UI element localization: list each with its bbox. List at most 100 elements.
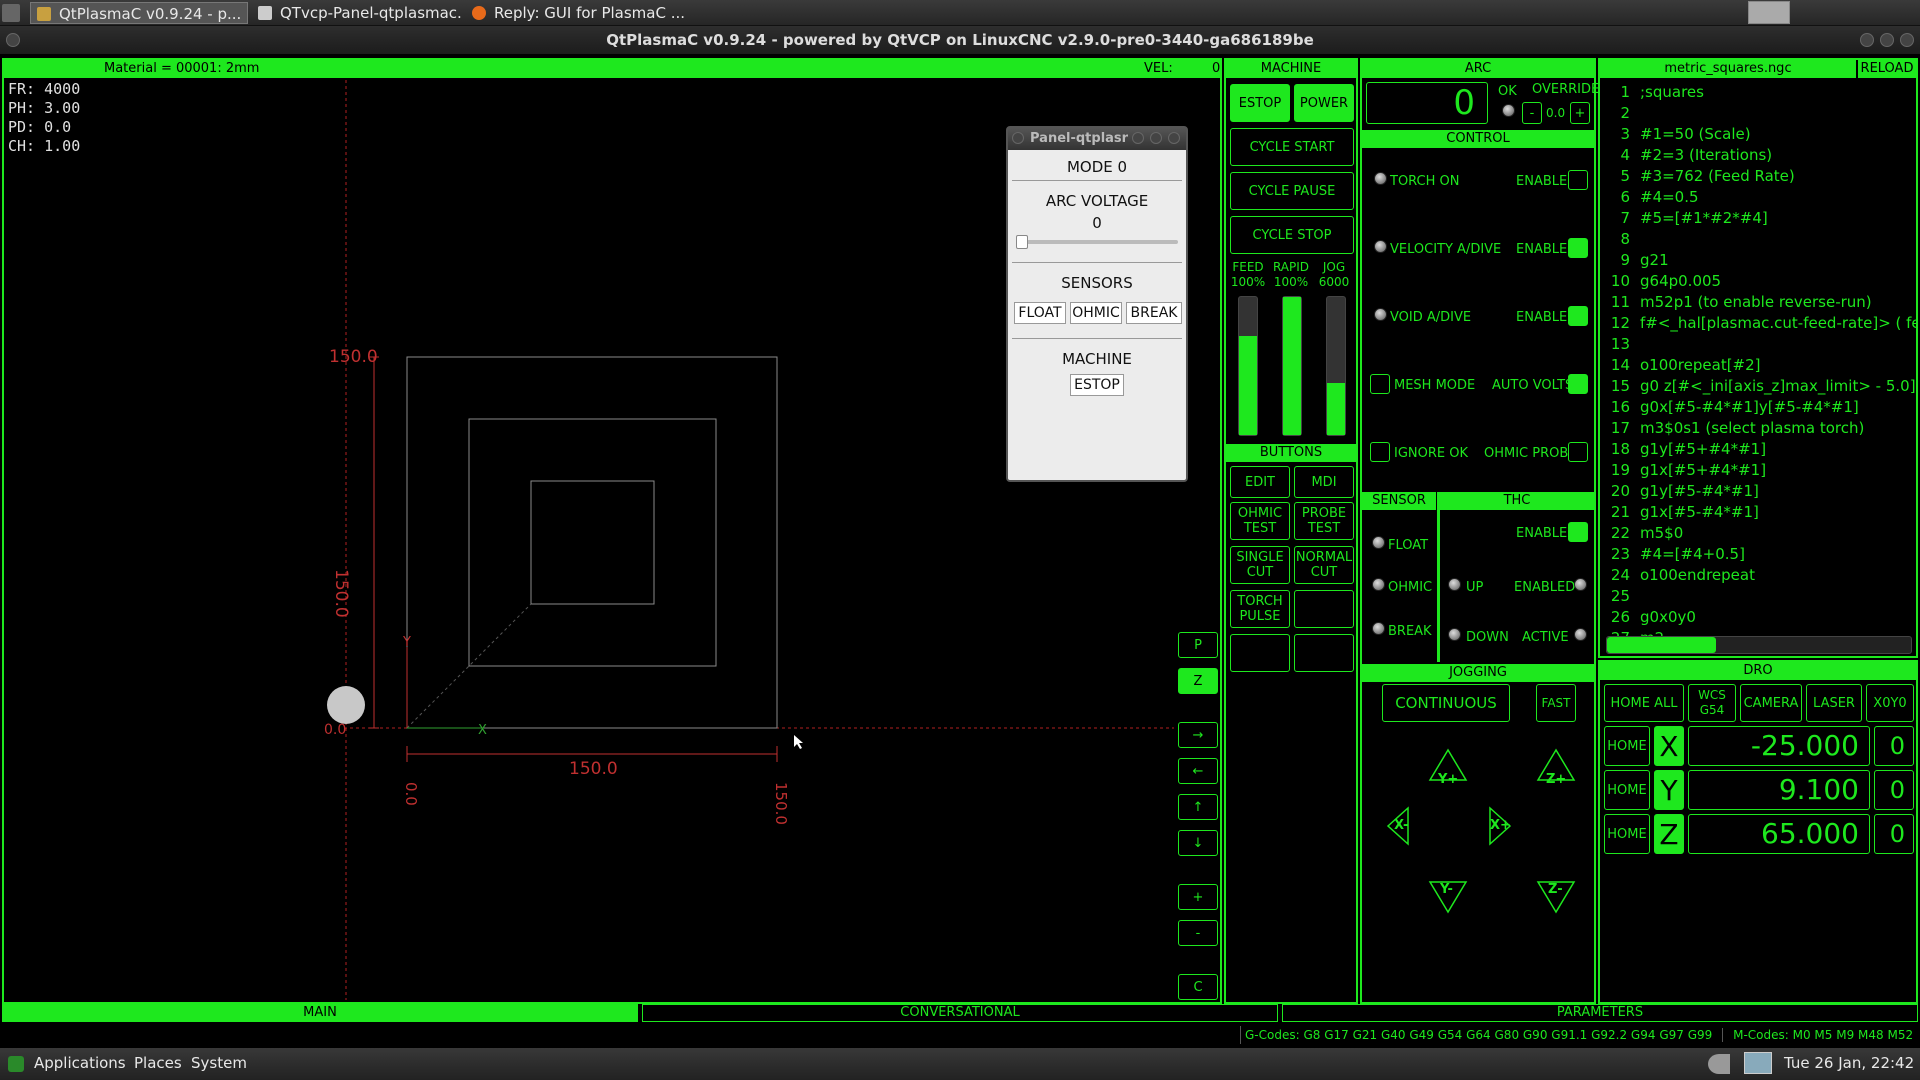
cycle-stop-button[interactable]: CYCLE STOP	[1230, 216, 1354, 254]
minimize-icon[interactable]	[1860, 33, 1874, 47]
gcode-line[interactable]: 13	[1600, 334, 1640, 355]
gcode-line[interactable]: 11 m52p1 (to enable reverse-run)	[1600, 292, 1872, 313]
pan-down-button[interactable]: ↓	[1178, 830, 1218, 856]
panel-minimize-icon[interactable]	[1132, 132, 1144, 144]
x0y0-button[interactable]: X0Y0	[1866, 684, 1914, 722]
gcode-line[interactable]: 22 m5$0	[1600, 523, 1683, 544]
tab-conversational[interactable]: CONVERSATIONAL	[642, 1004, 1278, 1022]
gcode-line[interactable]: 26 g0x0y0	[1600, 607, 1696, 628]
gcode-line[interactable]: 25	[1600, 586, 1640, 607]
panel-menu-icon[interactable]	[1012, 132, 1024, 144]
estop-button[interactable]: ESTOP	[1230, 84, 1290, 122]
zero-x-button[interactable]: 0	[1874, 726, 1914, 766]
laser-button[interactable]: LASER	[1806, 684, 1862, 722]
normal-cut-button[interactable]: NORMAL CUT	[1294, 546, 1354, 584]
gcode-line[interactable]: 21 g1x[#5-#4*#1]	[1600, 502, 1759, 523]
floating-panel-titlebar[interactable]: Panel-qtplasr	[1008, 128, 1186, 150]
gcode-line[interactable]: 6 #4=0.5	[1600, 187, 1698, 208]
gcode-line[interactable]: 1 ;squares	[1600, 82, 1704, 103]
override-plus-button[interactable]: +	[1570, 102, 1590, 124]
user-button-8[interactable]	[1294, 590, 1354, 628]
panel-close-icon[interactable]	[1168, 132, 1180, 144]
gcode-editor[interactable]: 1 ;squares 2 3 #1=50 (Scale) 4 #2=3 (Iteration…	[1600, 82, 1916, 642]
single-cut-button[interactable]: SINGLE CUT	[1230, 546, 1290, 584]
gcode-line[interactable]: 5 #3=762 (Feed Rate)	[1600, 166, 1794, 187]
gcode-line[interactable]: 18 g1y[#5+#4*#1]	[1600, 439, 1766, 460]
pan-up-button[interactable]: ↑	[1178, 794, 1218, 820]
wcs-button[interactable]: WCS G54	[1688, 684, 1736, 722]
home-z-button[interactable]: HOME	[1604, 814, 1650, 854]
torch-enable-checkbox[interactable]	[1568, 170, 1588, 190]
jog-slider[interactable]	[1326, 296, 1346, 436]
pan-left-button[interactable]: ←	[1178, 758, 1218, 784]
clear-button[interactable]: C	[1178, 974, 1218, 1000]
feed-slider[interactable]	[1238, 296, 1258, 436]
override-minus-button[interactable]: -	[1522, 102, 1542, 124]
cycle-pause-button[interactable]: CYCLE PAUSE	[1230, 172, 1354, 210]
maximize-icon[interactable]	[1880, 33, 1894, 47]
gcode-line[interactable]: 19 g1x[#5+#4*#1]	[1600, 460, 1766, 481]
ohmic-probe-checkbox[interactable]	[1568, 442, 1588, 462]
ohmic-sensor-button[interactable]: OHMIC	[1070, 302, 1122, 324]
torch-pulse-button[interactable]: TORCH PULSE	[1230, 590, 1290, 628]
jog-z-minus-button[interactable]: Z-	[1548, 882, 1563, 897]
mdi-button[interactable]: MDI	[1294, 466, 1354, 498]
gcode-line[interactable]: 9 g21	[1600, 250, 1668, 271]
jog-z-plus-button[interactable]: Z+	[1546, 772, 1566, 787]
gcode-line[interactable]: 24 o100endrepeat	[1600, 565, 1755, 586]
user-button-9[interactable]	[1230, 634, 1290, 672]
places-menu[interactable]: Places	[134, 1054, 182, 1072]
window-menu-icon[interactable]	[6, 33, 20, 47]
home-x-button[interactable]: HOME	[1604, 726, 1650, 766]
clock[interactable]: Tue 26 Jan, 22:42	[1784, 1054, 1914, 1072]
view-p-button[interactable]: P	[1178, 632, 1218, 658]
float-sensor-button[interactable]: FLOAT	[1014, 302, 1066, 324]
taskbar-tab-panel[interactable]: QTvcp-Panel-qtplasmac...	[252, 2, 462, 24]
velocity-enable-checkbox[interactable]	[1568, 238, 1588, 258]
gcode-line[interactable]: 12 f#<_hal[plasmac.cut-feed-rate]> ( feed…	[1600, 313, 1916, 334]
jog-x-minus-button[interactable]: X-	[1394, 818, 1408, 833]
arc-voltage-slider[interactable]	[1016, 240, 1178, 244]
gcode-line[interactable]: 14 o100repeat[#2]	[1600, 355, 1761, 376]
gcode-line[interactable]: 17 m3$0s1 (select plasma torch)	[1600, 418, 1864, 439]
gcode-line[interactable]: 2	[1600, 103, 1640, 124]
system-menu[interactable]: System	[191, 1054, 247, 1072]
workspace-icon[interactable]	[1748, 1, 1790, 24]
applications-menu[interactable]: Applications	[34, 1054, 126, 1072]
gcode-line[interactable]: 8	[1600, 229, 1640, 250]
zoom-out-button[interactable]: -	[1178, 920, 1218, 946]
rapid-slider[interactable]	[1282, 296, 1302, 436]
gcode-line[interactable]: 4 #2=3 (Iterations)	[1600, 145, 1772, 166]
gcode-line[interactable]: 16 g0x[#5-#4*#1]y[#5-#4*#1]	[1600, 397, 1859, 418]
cycle-start-button[interactable]: CYCLE START	[1230, 128, 1354, 166]
ohmic-test-button[interactable]: OHMIC TEST	[1230, 502, 1290, 540]
jog-y-minus-button[interactable]: Y-	[1440, 882, 1453, 897]
break-sensor-button[interactable]: BREAK	[1126, 302, 1182, 324]
taskbar-tab-qtplasmac[interactable]: QtPlasmaC v0.9.24 - p...	[30, 2, 248, 24]
jog-fast-button[interactable]: FAST	[1536, 684, 1576, 722]
volume-icon[interactable]	[1708, 1054, 1730, 1074]
reload-button[interactable]: RELOAD	[1858, 60, 1916, 78]
gcode-line[interactable]: 23 #4=[#4+0.5]	[1600, 544, 1745, 565]
gcode-line[interactable]: 20 g1y[#5-#4*#1]	[1600, 481, 1759, 502]
zero-y-button[interactable]: 0	[1874, 770, 1914, 810]
gcode-line[interactable]: 7 #5=[#1*#2*#4]	[1600, 208, 1767, 229]
close-icon[interactable]	[1900, 33, 1914, 47]
power-button[interactable]: POWER	[1294, 84, 1354, 122]
menu-icon[interactable]	[2, 4, 20, 22]
auto-volts-checkbox[interactable]	[1568, 374, 1588, 394]
tab-parameters[interactable]: PARAMETERS	[1282, 1004, 1918, 1022]
user-button-10[interactable]	[1294, 634, 1354, 672]
tab-main[interactable]: MAIN	[2, 1004, 638, 1022]
probe-test-button[interactable]: PROBE TEST	[1294, 502, 1354, 540]
panel-maximize-icon[interactable]	[1150, 132, 1162, 144]
zoom-in-button[interactable]: +	[1178, 884, 1218, 910]
taskbar-tab-browser[interactable]: Reply: GUI for PlasmaC ...	[466, 2, 686, 24]
edit-button[interactable]: EDIT	[1230, 466, 1290, 498]
home-y-button[interactable]: HOME	[1604, 770, 1650, 810]
jog-continuous-button[interactable]: CONTINUOUS	[1382, 684, 1510, 722]
network-icon[interactable]	[1744, 1052, 1772, 1074]
gcode-line[interactable]: 3 #1=50 (Scale)	[1600, 124, 1750, 145]
camera-button[interactable]: CAMERA	[1740, 684, 1802, 722]
mesh-mode-checkbox[interactable]	[1370, 374, 1390, 394]
